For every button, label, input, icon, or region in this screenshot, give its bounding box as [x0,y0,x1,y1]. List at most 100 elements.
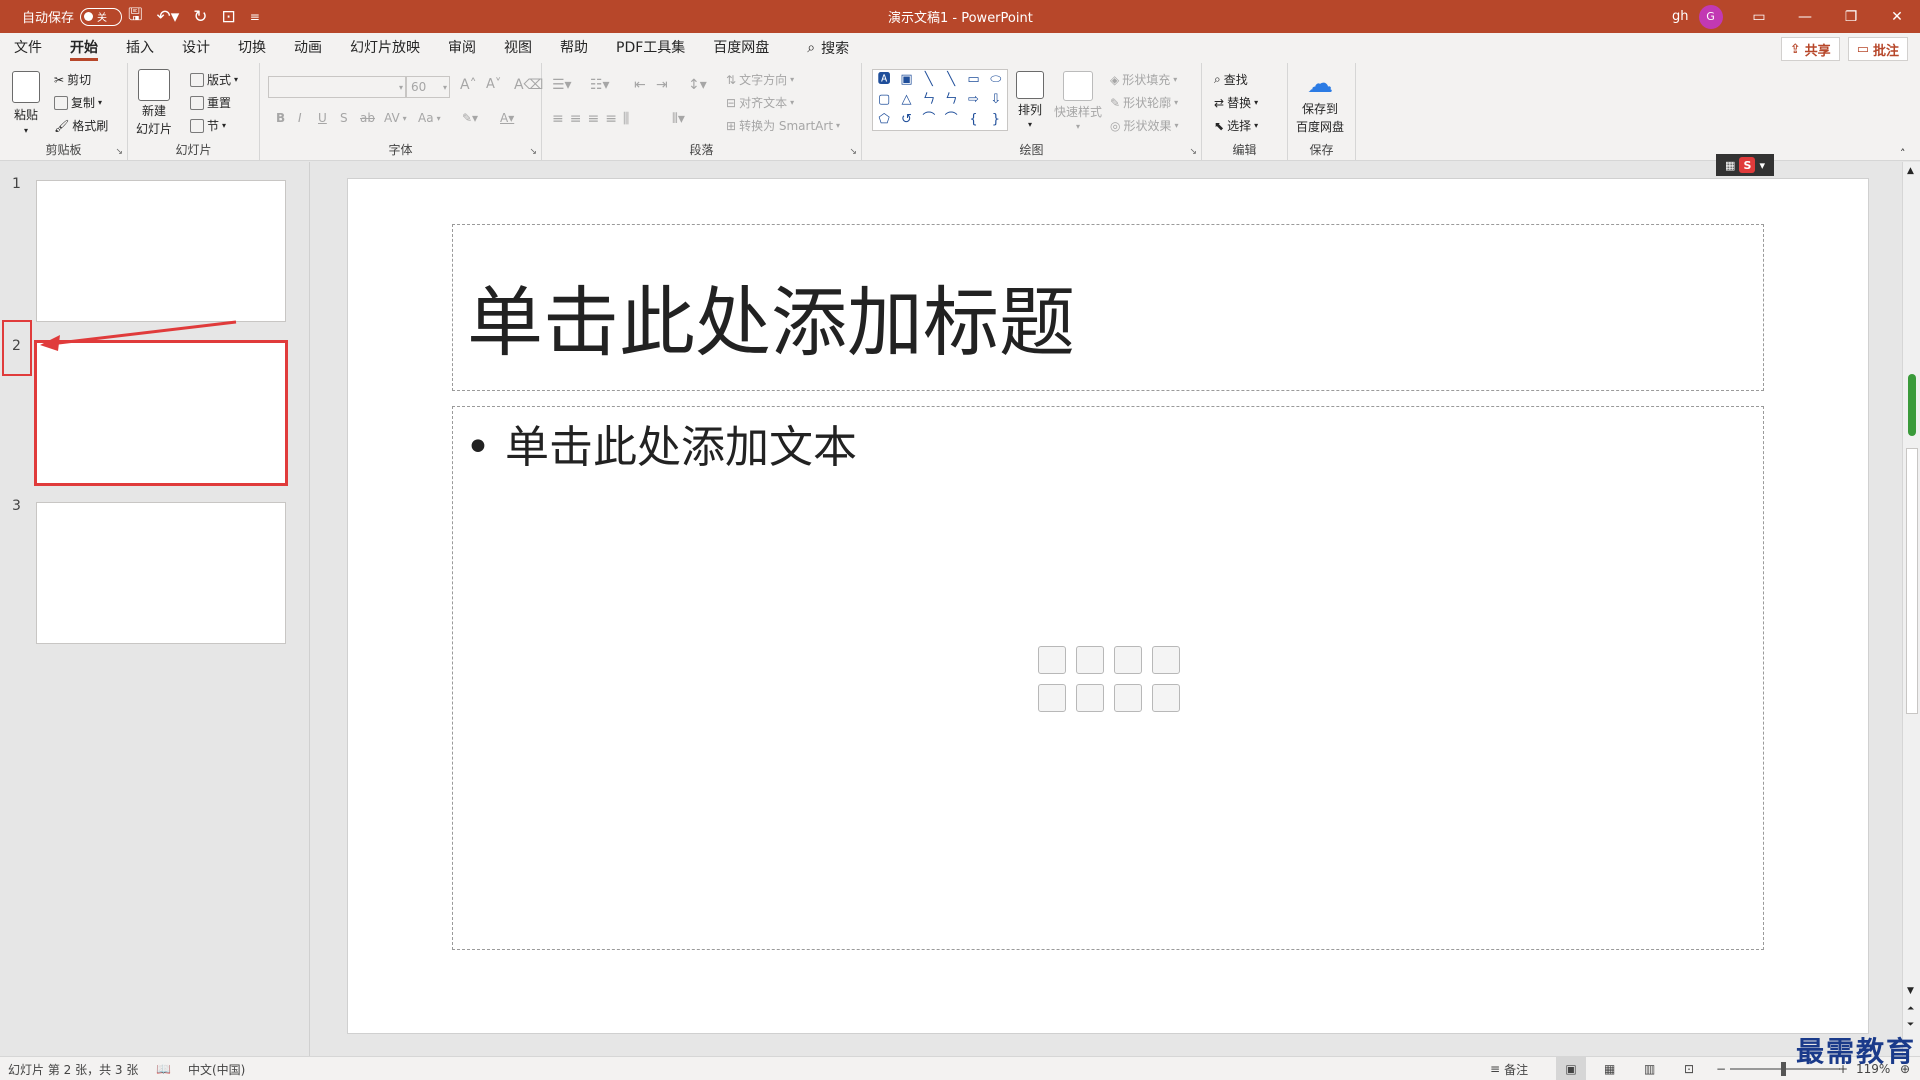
insert-chart-icon[interactable] [1076,646,1104,674]
rectangle-shape-icon[interactable]: ▭ [962,70,984,90]
save-icon[interactable]: 🖫 [128,2,142,31]
autosave-control[interactable]: 自动保存 关 [22,0,123,33]
rounded-rect-icon[interactable]: ▢ [873,90,895,110]
avatar[interactable]: G [1698,4,1723,29]
triangle-shape-icon[interactable]: △ [895,90,917,110]
tab-slideshow[interactable]: 幻灯片放映 [350,33,420,63]
dialog-launcher-icon[interactable]: ↘ [849,147,857,157]
copy-button[interactable]: 复制 ▾ [54,94,102,111]
dialog-launcher-icon[interactable]: ↘ [1189,147,1197,157]
paste-button[interactable]: 粘贴 ▾ [12,71,40,135]
italic-button[interactable]: I [298,111,302,125]
smartart-button[interactable]: ⊞ 转换为 SmartArt ▾ [726,117,840,134]
tab-design[interactable]: 设计 [182,33,210,63]
insert-picture-icon[interactable] [1038,684,1066,712]
decrease-indent-icon[interactable]: ⇤ [634,77,646,93]
tab-pdf-tools[interactable]: PDF工具集 [616,33,685,63]
scroll-thumb[interactable] [1906,448,1918,714]
shape-outline-button[interactable]: ✎ 形状轮廓 ▾ [1110,94,1178,111]
title-placeholder[interactable]: 单击此处添加标题 [452,224,1764,391]
connector-icon[interactable]: ㄣ [940,90,962,110]
textbox-shape-icon[interactable]: 🅰 [873,70,895,90]
arrange-button[interactable]: 排列 ▾ [1016,71,1044,129]
autosave-toggle[interactable]: 关 [80,7,123,26]
underline-button[interactable]: U [318,111,327,125]
next-slide-icon[interactable]: ⏷ [1907,1020,1914,1030]
save-to-baidu-button[interactable]: ☁ 保存到 百度网盘 [1296,69,1344,135]
quick-styles-button[interactable]: 快速样式 ▾ [1054,71,1102,131]
connector-icon[interactable]: ㄣ [918,90,940,110]
tab-file[interactable]: 文件 [14,33,42,63]
new-slide-button[interactable]: 新建 幻灯片 [136,69,172,137]
tab-review[interactable]: 审阅 [448,33,476,63]
char-spacing-button[interactable]: AV ▾ [384,111,407,125]
format-painter-button[interactable]: 🖌 格式刷 [54,117,108,134]
zoom-slider-thumb[interactable] [1781,1062,1786,1076]
tab-home[interactable]: 开始 [70,33,98,63]
brace-right-icon[interactable]: } [985,110,1007,130]
font-name-combo[interactable]: ▾ [268,76,406,98]
shapes-gallery[interactable]: 🅰 ▣ ╲ ╲ ▭ ⬭ ▢ △ ㄣㄣ ⇨ ⇩ ⬠ ↺ ⌒ ⌒{} [872,69,1008,131]
line-shape-icon[interactable]: ╲ [918,70,940,90]
find-button[interactable]: ⌕ 查找 [1214,71,1248,88]
arrow-right-icon[interactable]: ⇨ [962,90,984,110]
shape-fill-button[interactable]: ◈ 形状填充 ▾ [1110,71,1177,88]
font-grow-icon[interactable]: A˄ [460,77,477,93]
ime-toolbar[interactable]: ▦ S ▾ [1716,154,1774,176]
previous-slide-icon[interactable]: ⏶ [1907,1004,1914,1014]
insert-table-icon[interactable] [1038,646,1066,674]
dialog-launcher-icon[interactable]: ↘ [529,147,537,157]
section-button[interactable]: 节 ▾ [190,117,226,134]
undo-icon[interactable]: ↶▾ [156,7,179,27]
zoom-out-icon[interactable]: − [1716,1057,1726,1080]
insert-online-picture-icon[interactable] [1076,684,1104,712]
ribbon-display-icon[interactable]: ▭ [1736,9,1782,25]
arrow-down-icon[interactable]: ⇩ [985,90,1007,110]
align-text-button[interactable]: ⊟ 对齐文本 ▾ [726,94,794,111]
increase-indent-icon[interactable]: ⇥ [656,77,668,93]
brace-left-icon[interactable]: { [962,110,984,130]
normal-view-icon[interactable]: ▣ [1556,1057,1586,1080]
slide-sorter-icon[interactable]: ▦ [1604,1057,1615,1080]
replace-button[interactable]: ⇄ 替换 ▾ [1214,94,1258,111]
strikethrough-button[interactable]: ab [360,111,375,125]
arc-icon[interactable]: ⌒ [940,110,962,130]
oval-shape-icon[interactable]: ⬭ [985,70,1007,90]
tab-animations[interactable]: 动画 [294,33,322,63]
bullets-icon[interactable]: ☰▾ [552,77,572,93]
shape-effects-button[interactable]: ◎ 形状效果 ▾ [1110,117,1179,134]
reading-view-icon[interactable]: ▥ [1644,1057,1655,1080]
comments-button[interactable]: ▭ 批注 [1847,37,1908,61]
alignment-icons[interactable]: ≡≡≡≡⫼ [552,111,635,127]
dialog-launcher-icon[interactable]: ↘ [115,147,123,157]
scroll-up-icon[interactable]: ▲ [1907,166,1914,176]
collapse-ribbon-icon[interactable]: ˄ [1900,147,1906,160]
change-case-button[interactable]: Aa ▾ [418,111,441,125]
shadow-button[interactable]: S [340,111,348,125]
arc-icon[interactable]: ⌒ [918,110,940,130]
insert-icons-icon[interactable] [1152,684,1180,712]
cut-button[interactable]: ✂ 剪切 [54,71,91,88]
close-icon[interactable]: ✕ [1874,9,1920,25]
slide-thumbnail-3[interactable] [36,502,286,644]
text-direction-button[interactable]: ⇅ 文字方向 ▾ [726,71,794,88]
notes-button[interactable]: ≡ 备注 [1490,1057,1528,1080]
vertical-scrollbar[interactable]: ▲ ▼ ⏶ ⏷ [1902,162,1920,1058]
customize-qat-icon[interactable]: ≡ [250,10,260,24]
tab-baidu-netdisk[interactable]: 百度网盘 [713,33,769,63]
font-size-combo[interactable]: 60 ▾ [406,76,450,98]
font-color-icon[interactable]: A▾ [500,111,514,125]
select-button[interactable]: ⬉ 选择 ▾ [1214,117,1258,134]
search-box[interactable]: ⌕ 搜索 [807,38,849,58]
vertical-textbox-icon[interactable]: ▣ [895,70,917,90]
spellcheck-icon[interactable]: 📖 [156,1057,171,1080]
slideshow-view-icon[interactable]: ⊡ [1684,1057,1694,1080]
language-indicator[interactable]: 中文(中国) [188,1057,245,1080]
minimize-icon[interactable]: — [1782,9,1828,25]
freeform-icon[interactable]: ⬠ [873,110,895,130]
font-shrink-icon[interactable]: A˅ [486,77,501,92]
reset-button[interactable]: 重置 [190,94,231,111]
present-icon[interactable]: ⊡ [222,7,236,27]
insert-video-icon[interactable] [1114,684,1142,712]
restore-icon[interactable]: ❐ [1828,9,1874,25]
